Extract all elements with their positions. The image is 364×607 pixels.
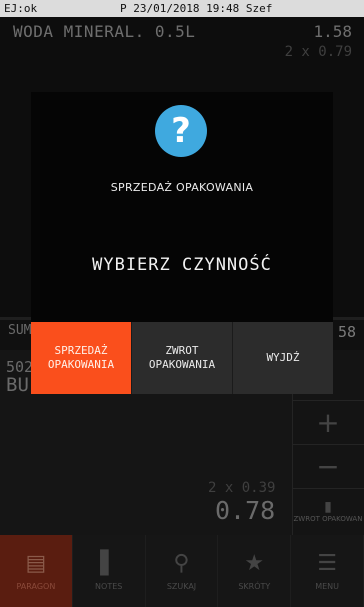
nav-label: SKRÓTY <box>238 582 271 591</box>
button-label-line1: ZWROT <box>165 344 199 357</box>
plus-icon: + <box>316 406 340 439</box>
nav-paragon[interactable]: ▤ PARAGON <box>0 535 73 607</box>
notebook-icon: ▌ <box>100 551 118 576</box>
zwrot-opakowan-button[interactable]: ▮ ZWROT OPAKOWAN <box>292 488 364 532</box>
zwrot-opakowania-button[interactable]: ZWROT OPAKOWANIA <box>131 322 232 394</box>
item-qty: 2 x 0.79 <box>284 44 352 60</box>
button-label-line2: OPAKOWANIA <box>148 358 216 371</box>
nav-label: SZUKAJ <box>166 582 197 591</box>
decrease-button[interactable]: − <box>292 444 364 488</box>
receipt-icon: ▤ <box>25 551 47 576</box>
nav-notes[interactable]: ▌ NOTES <box>73 535 146 607</box>
zwrot-label: ZWROT OPAKOWAN <box>293 514 363 523</box>
bottle-icon: ▮ <box>324 498 332 515</box>
sum-label: SUM <box>8 323 32 338</box>
status-text: EJ:ok <box>4 2 38 15</box>
star-icon: ★ <box>244 551 265 576</box>
nav-skroty[interactable]: ★ SKRÓTY <box>218 535 292 607</box>
search-icon: ⚲ <box>173 551 190 576</box>
button-label-line1: SPRZEDAŻ <box>54 344 108 357</box>
sum-value: 58 <box>337 323 356 341</box>
increase-button[interactable]: + <box>292 400 364 444</box>
bottom-nav: ▤ PARAGON ▌ NOTES ⚲ SZUKAJ ★ SKRÓTY ☰ ME… <box>0 535 364 607</box>
dialog-message: WYBIERZ CZYNNOŚĆ <box>92 255 272 275</box>
dialog-buttons: SPRZEDAŻ OPAKOWANIA ZWROT OPAKOWANIA WYJDŹ <box>31 322 333 394</box>
nav-menu[interactable]: ☰ MENU <box>291 535 364 607</box>
item-price: 1.58 <box>313 22 352 41</box>
line-qty: 2 x 0.39 <box>208 480 276 496</box>
question-icon: ? <box>155 105 207 157</box>
nav-label: PARAGON <box>16 582 56 591</box>
product-name: BU <box>6 374 29 396</box>
wyjdz-button[interactable]: WYJDŹ <box>232 322 333 394</box>
status-bar: EJ:ok P 23/01/2018 19:48 Szef <box>0 0 364 17</box>
button-label: WYJDŹ <box>266 351 300 364</box>
dialog-title: SPRZEDAŻ OPAKOWANIA <box>110 181 254 194</box>
nav-label: NOTES <box>95 582 123 591</box>
nav-szukaj[interactable]: ⚲ SZUKAJ <box>146 535 219 607</box>
minus-icon: − <box>316 450 340 483</box>
item-name: WODA MINERAL. 0.5L <box>13 22 196 41</box>
line-total: 0.78 <box>215 496 276 525</box>
hamburger-icon: ☰ <box>317 551 337 576</box>
sprzedaz-opakowania-button[interactable]: SPRZEDAŻ OPAKOWANIA <box>31 322 131 394</box>
button-label-line2: OPAKOWANIA <box>47 358 115 371</box>
datetime-user: P 23/01/2018 19:48 Szef <box>120 2 273 15</box>
nav-label: MENU <box>315 582 339 591</box>
